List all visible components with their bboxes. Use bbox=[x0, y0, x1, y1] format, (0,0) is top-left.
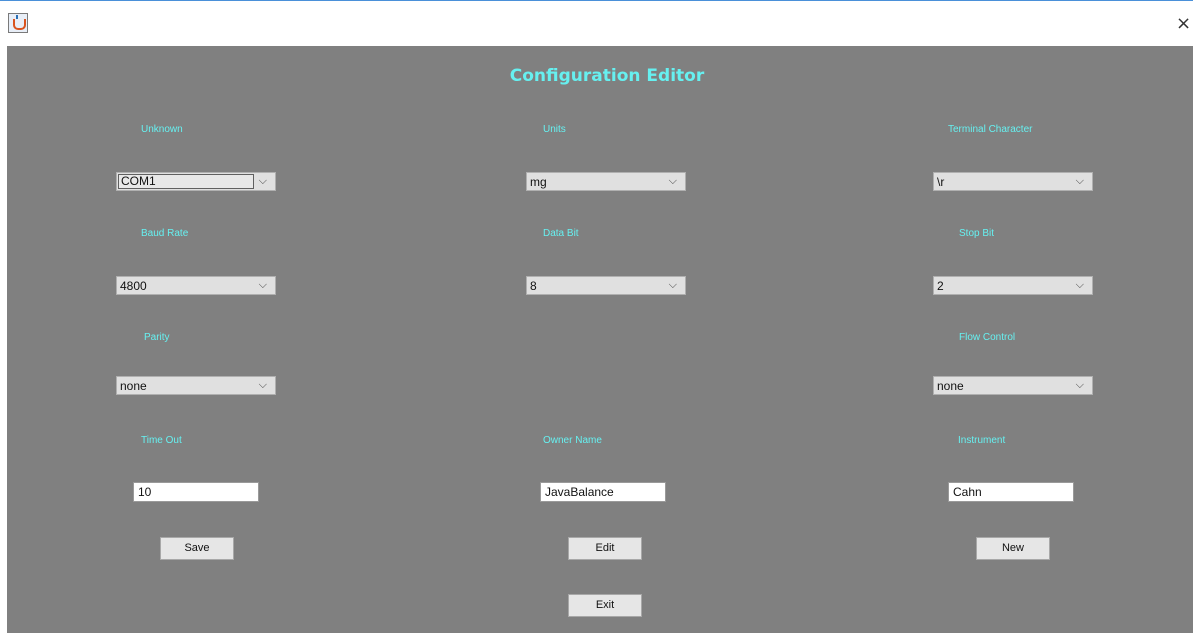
chevron-down-icon[interactable]: ⌵ bbox=[259, 173, 267, 190]
chevron-down-icon[interactable]: ⌵ bbox=[669, 277, 677, 294]
label-instrument: Instrument bbox=[958, 435, 1006, 446]
terminal-character-combo[interactable]: \r ⌵ bbox=[933, 172, 1093, 191]
owner-name-field[interactable]: JavaBalance bbox=[540, 482, 666, 502]
label-unknown: Unknown bbox=[141, 124, 183, 135]
parity-combo[interactable]: none ⌵ bbox=[116, 376, 276, 395]
exit-button[interactable]: Exit bbox=[568, 594, 642, 617]
chevron-down-icon[interactable]: ⌵ bbox=[1076, 277, 1084, 294]
label-stop-bit: Stop Bit bbox=[959, 228, 995, 239]
time-out-field[interactable]: 10 bbox=[133, 482, 259, 502]
baud-rate-combo-value: 4800 bbox=[120, 279, 147, 293]
label-baud-rate: Baud Rate bbox=[141, 228, 189, 239]
baud-rate-combo[interactable]: 4800 ⌵ bbox=[116, 276, 276, 295]
data-bit-combo-value: 8 bbox=[530, 279, 537, 293]
edit-button[interactable]: Edit bbox=[568, 537, 642, 560]
close-icon[interactable]: × bbox=[1174, 13, 1193, 35]
new-button[interactable]: New bbox=[976, 537, 1050, 560]
save-button[interactable]: Save bbox=[160, 537, 234, 560]
flow-control-combo-value: none bbox=[937, 379, 964, 393]
label-parity: Parity bbox=[144, 332, 170, 343]
stop-bit-combo[interactable]: 2 ⌵ bbox=[933, 276, 1093, 295]
page-title: Configuration Editor bbox=[509, 66, 705, 86]
data-bit-combo[interactable]: 8 ⌵ bbox=[526, 276, 686, 295]
label-units: Units bbox=[543, 124, 566, 135]
chevron-down-icon[interactable]: ⌵ bbox=[259, 377, 267, 394]
units-combo[interactable]: mg ⌵ bbox=[526, 172, 686, 191]
label-time-out: Time Out bbox=[141, 435, 182, 446]
chevron-down-icon[interactable]: ⌵ bbox=[1076, 377, 1084, 394]
flow-control-combo[interactable]: none ⌵ bbox=[933, 376, 1093, 395]
terminal-character-combo-value: \r bbox=[937, 175, 945, 189]
label-data-bit: Data Bit bbox=[543, 228, 579, 239]
stop-bit-combo-value: 2 bbox=[937, 279, 944, 293]
chevron-down-icon[interactable]: ⌵ bbox=[259, 277, 267, 294]
unknown-combo[interactable]: COM1 ⌵ bbox=[116, 172, 276, 191]
configuration-editor-panel: Configuration Editor Unknown Units Termi… bbox=[7, 46, 1193, 633]
parity-combo-value: none bbox=[120, 379, 147, 393]
instrument-field[interactable]: Cahn bbox=[948, 482, 1074, 502]
units-combo-value: mg bbox=[530, 175, 547, 189]
label-flow-control: Flow Control bbox=[959, 332, 1016, 343]
chevron-down-icon[interactable]: ⌵ bbox=[669, 173, 677, 190]
unknown-combo-value[interactable]: COM1 bbox=[118, 174, 254, 189]
label-terminal-character: Terminal Character bbox=[948, 124, 1033, 135]
java-app-icon[interactable] bbox=[8, 13, 28, 33]
title-bar: × bbox=[0, 0, 1193, 46]
chevron-down-icon[interactable]: ⌵ bbox=[1076, 173, 1084, 190]
label-owner-name: Owner Name bbox=[543, 435, 602, 446]
